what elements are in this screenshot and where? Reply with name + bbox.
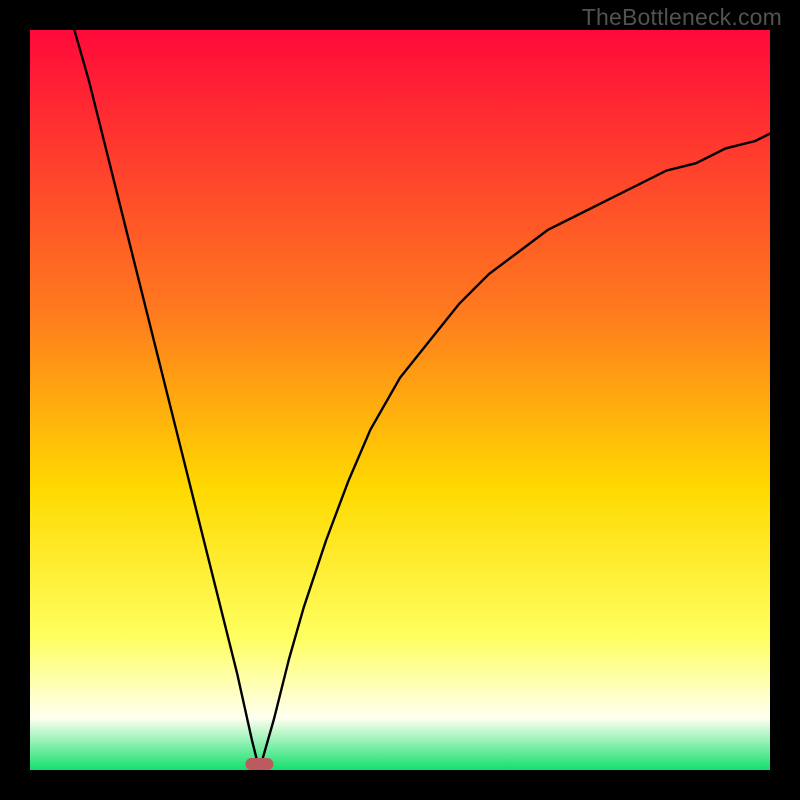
watermark-text: TheBottleneck.com xyxy=(582,4,782,31)
optimal-point-marker xyxy=(245,758,273,770)
chart-background xyxy=(30,30,770,770)
bottleneck-chart xyxy=(30,30,770,770)
chart-frame xyxy=(30,30,770,770)
